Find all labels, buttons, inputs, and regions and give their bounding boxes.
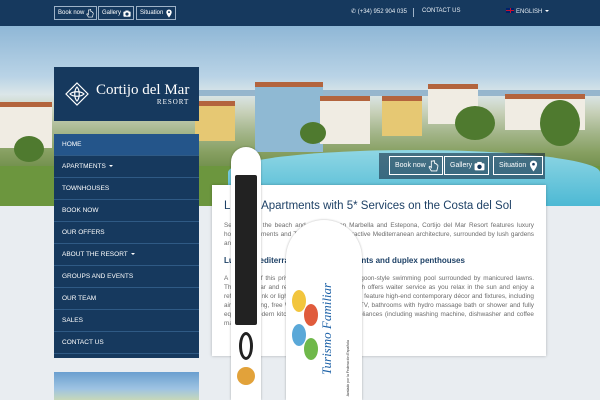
nav-item-label: GROUPS AND EVENTS — [62, 273, 134, 280]
hand-pointer-icon — [428, 159, 439, 171]
hand-pointer-icon — [86, 8, 94, 17]
overlay-gallery-label: Gallery — [450, 162, 473, 169]
nav-item-label: APARTMENTS — [62, 163, 106, 170]
map-marker-icon — [530, 160, 538, 171]
main-nav: HOME APARTMENTS TOWNHOUSES BOOK NOW OUR … — [54, 134, 199, 358]
phone-link[interactable]: ✆ (+34) 952 904 035 — [351, 8, 407, 15]
topbar-divider — [413, 8, 414, 17]
logo-emblem-icon — [65, 82, 89, 106]
hero-tree — [14, 136, 44, 162]
overlay-situation-button[interactable]: Situation — [493, 156, 544, 175]
nav-item-label: CONTACT US — [62, 339, 104, 346]
phone-number: (+34) 952 904 035 — [357, 9, 407, 15]
hero-tree — [540, 100, 580, 146]
sidebar-thumbnail-image[interactable] — [54, 372, 199, 400]
topbar-book-now-label: Book now — [58, 10, 85, 16]
badge-leaf — [304, 304, 318, 326]
phone-icon: ✆ — [351, 9, 357, 15]
hero-tree — [455, 106, 495, 140]
hero-building — [195, 101, 235, 141]
overlay-gallery-button[interactable]: Gallery — [444, 156, 490, 175]
overlay-situation-label: Situation — [499, 162, 527, 169]
nav-item-label: HOME — [62, 141, 82, 148]
top-bar: Book now Gallery Situation ✆ (+34) 952 9… — [0, 0, 600, 26]
camera-icon — [123, 10, 131, 17]
chevron-down-icon — [130, 253, 135, 255]
overlay-book-now-label: Book now — [395, 162, 426, 169]
nav-item-label: TOWNHOUSES — [62, 185, 110, 192]
section-subtitle: Luxury Mediterranean style apartments an… — [224, 256, 465, 265]
badge-text-block — [235, 175, 257, 325]
nav-item-contact-us[interactable]: CONTACT US — [54, 332, 199, 354]
uk-flag-icon — [506, 8, 514, 13]
description-paragraph: A highlight of this private resort is th… — [224, 275, 534, 327]
logo-name: Cortijo del Mar — [96, 82, 190, 98]
language-label: ENGLISH — [516, 9, 543, 15]
badge-medal-icon — [237, 367, 255, 385]
chevron-down-icon — [545, 10, 550, 12]
hero-tree — [300, 122, 326, 144]
page-title: Luxury Apartments with 5* Services on th… — [224, 200, 512, 212]
nav-item-our-team[interactable]: OUR TEAM — [54, 288, 199, 310]
hero-building — [382, 96, 422, 136]
nav-item-label: OUR TEAM — [62, 295, 97, 302]
nav-item-groups-and-events[interactable]: GROUPS AND EVENTS — [54, 266, 199, 288]
nav-item-label: ABOUT THE RESORT — [62, 251, 128, 258]
nav-item-label: BOOK NOW — [62, 207, 99, 214]
topbar-book-now-button[interactable]: Book now — [54, 6, 98, 20]
turismo-familiar-badge[interactable]: Turismo Familiar Avalado por la Federaci… — [286, 220, 362, 400]
nav-item-book-now[interactable]: BOOK NOW — [54, 200, 199, 222]
overlay-book-now-button[interactable]: Book now — [389, 156, 443, 175]
topbar-situation-button[interactable]: Situation — [136, 6, 177, 20]
badge-small-text: Avalado por la Federación Española — [346, 340, 350, 397]
nav-item-sales[interactable]: SALES — [54, 310, 199, 332]
owl-icon — [239, 332, 253, 360]
topbar-situation-label: Situation — [140, 10, 164, 16]
logo-sub: RESORT — [156, 98, 190, 106]
main-content-card: Luxury Apartments with 5* Services on th… — [212, 185, 546, 356]
nav-item-label: SALES — [62, 317, 83, 324]
hero-building — [320, 96, 370, 144]
tripadvisor-badge[interactable] — [231, 147, 261, 400]
intro-paragraph: Set close to the beach and golf between … — [224, 222, 534, 247]
site-logo[interactable]: Cortijo del Mar RESORT — [54, 67, 199, 121]
nav-item-our-offers[interactable]: OUR OFFERS — [54, 222, 199, 244]
nav-item-home[interactable]: HOME — [54, 134, 199, 156]
nav-item-townhouses[interactable]: TOWNHOUSES — [54, 178, 199, 200]
camera-icon — [474, 161, 485, 170]
nav-item-apartments[interactable]: APARTMENTS — [54, 156, 199, 178]
chevron-down-icon — [108, 165, 113, 167]
language-selector[interactable]: ENGLISH — [506, 8, 550, 15]
contact-us-link[interactable]: CONTACT US — [422, 8, 460, 14]
nav-item-about-the-resort[interactable]: ABOUT THE RESORT — [54, 244, 199, 266]
map-marker-icon — [166, 8, 173, 18]
nav-item-label: OUR OFFERS — [62, 229, 105, 236]
badge-leaf — [304, 338, 318, 360]
badge-text: Turismo Familiar — [319, 282, 334, 375]
topbar-gallery-label: Gallery — [102, 10, 122, 16]
topbar-gallery-button[interactable]: Gallery — [98, 6, 135, 20]
logo-text: Cortijo del Mar RESORT — [96, 82, 189, 106]
